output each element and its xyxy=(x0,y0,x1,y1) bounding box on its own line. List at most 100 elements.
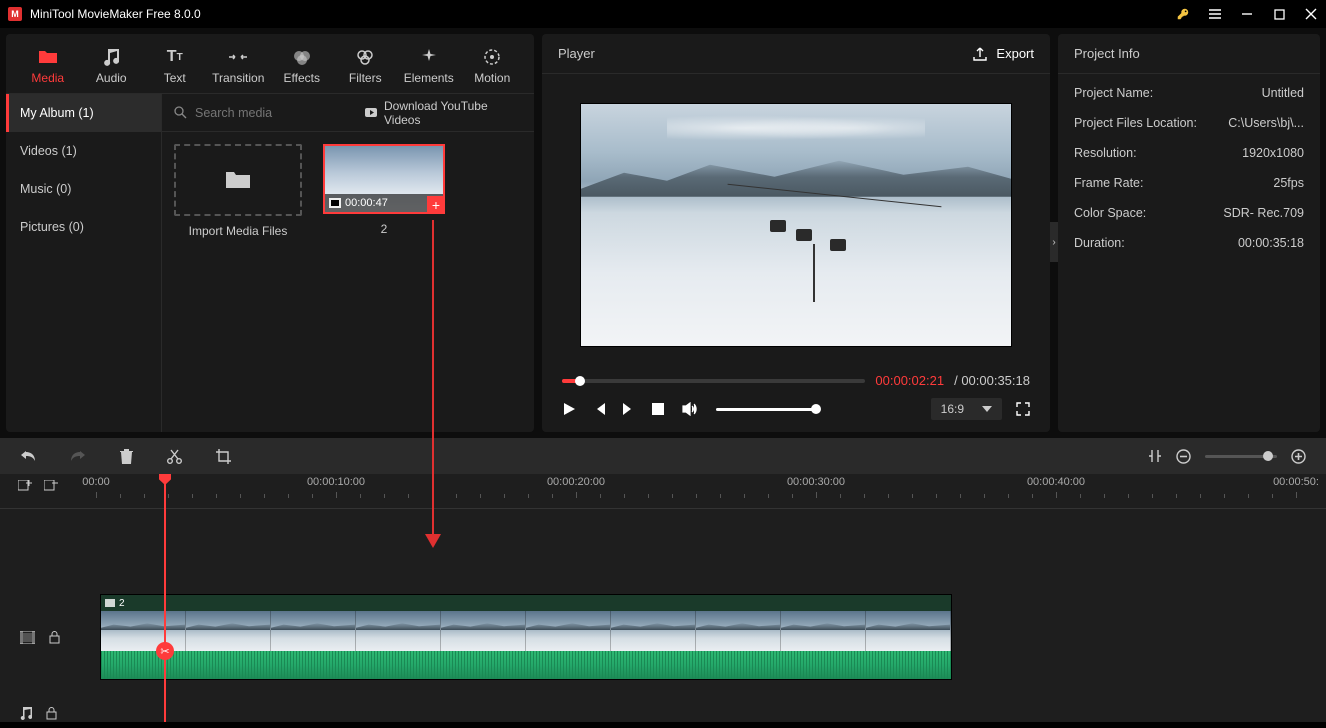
tab-media[interactable]: Media xyxy=(16,39,80,93)
download-icon xyxy=(364,107,378,119)
add-track-button[interactable] xyxy=(18,480,32,494)
zoom-slider[interactable] xyxy=(1205,455,1277,458)
aspect-ratio-select[interactable]: 16:9 xyxy=(931,398,1002,420)
info-value: 00:00:35:18 xyxy=(1238,236,1304,250)
tab-label: Transition xyxy=(212,71,264,85)
film-icon xyxy=(329,198,341,208)
zoom-out-button[interactable] xyxy=(1176,449,1191,464)
import-label: Import Media Files xyxy=(189,224,288,238)
total-time: / 00:00:35:18 xyxy=(954,373,1030,388)
chevron-down-icon xyxy=(982,406,992,412)
text-icon: TT xyxy=(167,47,183,67)
crop-button[interactable] xyxy=(216,449,231,464)
info-row: Project Name:Untitled xyxy=(1058,78,1320,108)
app-title: MiniTool MovieMaker Free 8.0.0 xyxy=(30,7,1168,21)
lock-icon[interactable] xyxy=(46,707,57,720)
info-row: Project Files Location:C:\Users\bj\... xyxy=(1058,108,1320,138)
ruler-label: 00:00:30:00 xyxy=(787,476,845,488)
info-row: Color Space:SDR- Rec.709 xyxy=(1058,198,1320,228)
collapse-info-button[interactable]: › xyxy=(1050,222,1058,262)
split-handle-icon[interactable]: ✂ xyxy=(156,642,174,660)
clip-label: 2 xyxy=(119,598,125,609)
tab-label: Text xyxy=(164,71,186,85)
lock-icon[interactable] xyxy=(49,631,60,644)
undo-button[interactable] xyxy=(20,449,36,463)
effects-icon xyxy=(293,47,311,67)
maximize-button[interactable] xyxy=(1272,7,1286,21)
info-row: Frame Rate:25fps xyxy=(1058,168,1320,198)
close-button[interactable] xyxy=(1304,7,1318,21)
info-row: Duration:00:00:35:18 xyxy=(1058,228,1320,258)
tab-label: Elements xyxy=(404,71,454,85)
video-track: 2 xyxy=(0,594,1326,680)
playhead[interactable]: ✂ xyxy=(164,474,166,722)
menu-icon[interactable] xyxy=(1208,7,1222,21)
player-title: Player xyxy=(558,46,595,61)
tab-text[interactable]: TT Text xyxy=(143,39,207,93)
media-thumbnail[interactable]: 00:00:47 + xyxy=(323,144,445,214)
music-note-icon xyxy=(103,47,119,67)
minimize-button[interactable] xyxy=(1240,7,1254,21)
transition-icon xyxy=(228,47,248,67)
clip-duration: 00:00:47 xyxy=(345,197,388,209)
time-ruler[interactable]: 00:0000:00:10:0000:00:20:0000:00:30:0000… xyxy=(96,474,1326,502)
app-logo-icon: M xyxy=(8,7,22,21)
tab-label: Media xyxy=(31,71,64,85)
music-note-icon xyxy=(20,706,32,720)
current-time: 00:00:02:21 xyxy=(875,373,944,388)
sidebar-item-videos[interactable]: Videos (1) xyxy=(6,132,161,170)
tab-label: Effects xyxy=(284,71,320,85)
motion-icon xyxy=(483,47,501,67)
sidebar-item-music[interactable]: Music (0) xyxy=(6,170,161,208)
search-input[interactable] xyxy=(195,106,356,120)
info-label: Frame Rate: xyxy=(1074,176,1273,190)
folder-icon xyxy=(38,47,58,67)
zoom-in-button[interactable] xyxy=(1291,449,1306,464)
split-button[interactable] xyxy=(167,449,182,464)
info-label: Duration: xyxy=(1074,236,1238,250)
remove-track-button[interactable] xyxy=(44,480,58,494)
download-youtube-link[interactable]: Download YouTube Videos xyxy=(364,99,522,127)
filters-icon xyxy=(356,47,374,67)
tab-effects[interactable]: Effects xyxy=(270,39,334,93)
export-icon xyxy=(972,46,988,62)
timeline: 00:00 00:00:10:00 00:00:20:00 00:00:30:00 00… xyxy=(0,474,1326,722)
fullscreen-button[interactable] xyxy=(1016,402,1030,416)
volume-icon[interactable] xyxy=(682,402,698,416)
redo-button[interactable] xyxy=(70,449,86,463)
ruler-label: 00:00 xyxy=(82,476,110,488)
export-button[interactable]: Export xyxy=(972,46,1034,62)
sidebar-item-pictures[interactable]: Pictures (0) xyxy=(6,208,161,246)
tab-transition[interactable]: Transition xyxy=(207,39,271,93)
sidebar-item-my-album[interactable]: My Album (1) xyxy=(6,94,161,132)
tab-elements[interactable]: Elements xyxy=(397,39,461,93)
ruler-label: 00:00:10:00 xyxy=(307,476,365,488)
ruler-label: 00:00:20:00 xyxy=(547,476,605,488)
project-info-panel: › Project Info Project Name:UntitledProj… xyxy=(1058,34,1320,432)
video-preview[interactable] xyxy=(580,103,1012,347)
info-label: Resolution: xyxy=(1074,146,1242,160)
info-value: C:\Users\bj\... xyxy=(1228,116,1304,130)
tab-audio[interactable]: Audio xyxy=(80,39,144,93)
fit-zoom-button[interactable] xyxy=(1148,449,1162,463)
info-label: Color Space: xyxy=(1074,206,1223,220)
add-to-timeline-button[interactable]: + xyxy=(427,196,445,214)
info-value: 1920x1080 xyxy=(1242,146,1304,160)
info-value: SDR- Rec.709 xyxy=(1223,206,1304,220)
media-sidebar: My Album (1) Videos (1) Music (0) Pictur… xyxy=(6,94,162,432)
search-icon xyxy=(174,106,187,119)
volume-slider[interactable] xyxy=(716,408,816,411)
tab-filters[interactable]: Filters xyxy=(334,39,398,93)
seek-bar[interactable] xyxy=(562,379,865,383)
delete-button[interactable] xyxy=(120,449,133,464)
film-icon xyxy=(20,631,35,644)
next-frame-button[interactable] xyxy=(622,402,638,416)
ruler-label: 00:00:50: xyxy=(1273,476,1319,488)
tab-motion[interactable]: Motion xyxy=(461,39,525,93)
license-key-icon[interactable] xyxy=(1176,7,1190,21)
prev-frame-button[interactable] xyxy=(592,402,608,416)
import-media-button[interactable] xyxy=(174,144,302,216)
play-button[interactable] xyxy=(562,402,578,416)
video-clip[interactable]: 2 xyxy=(100,594,952,680)
stop-button[interactable] xyxy=(652,403,668,415)
